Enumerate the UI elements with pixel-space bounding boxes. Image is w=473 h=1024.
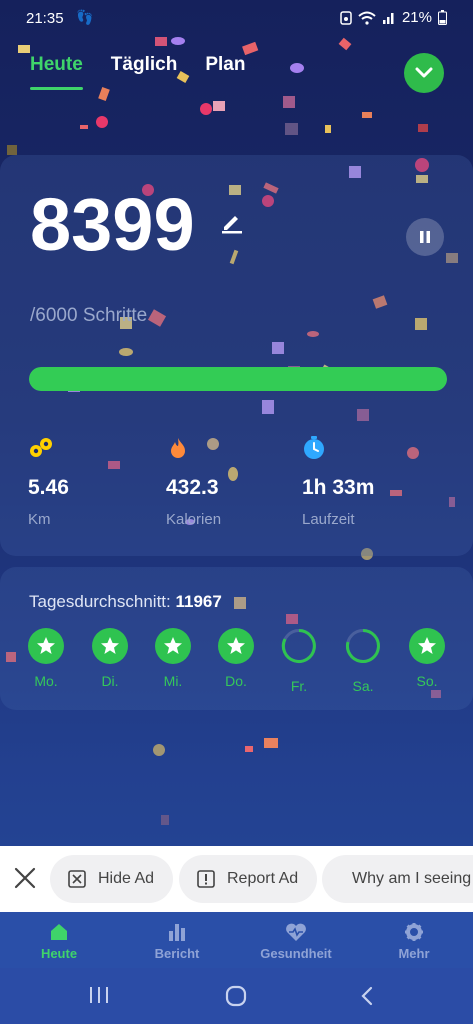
close-icon [14,867,36,889]
chevron-down-icon [415,67,433,78]
day-do[interactable]: Do. [216,628,256,689]
signal-icon [382,12,394,24]
close-ad-button[interactable] [13,866,37,895]
distance-value: 5.46 [28,476,69,499]
day-sa[interactable]: Sa. [343,628,383,694]
step-progress-fill [29,367,447,391]
back-button[interactable] [358,985,376,1012]
pause-button[interactable] [406,218,444,256]
recents-button[interactable] [87,984,111,1011]
day-label: Mo. [34,673,58,689]
why-ad-button[interactable]: Why am I seeing this ad? [322,855,473,903]
step-goal: /6000 Schritte [30,305,148,326]
day-progress-ring [345,629,380,663]
home-button[interactable] [224,984,248,1013]
screenshot-icon [340,10,352,25]
day-label: So. [416,673,438,689]
time-value: 1h 33m [302,476,375,499]
distance-label: Km [28,511,51,528]
hide-ad-button[interactable]: Hide Ad [50,855,173,903]
why-ad-label: Why am I seeing this ad? [352,870,473,887]
battery-icon [438,10,447,25]
stat-calories: 432.3 Kalorien [166,436,221,528]
star-icon [155,628,191,664]
home-circle-icon [225,985,247,1007]
clock-icon [304,436,324,459]
heart-icon [286,923,306,941]
step-count: 8399 [30,183,195,266]
nav-heute[interactable]: Heute [9,920,109,961]
recents-icon [90,987,108,1003]
star-icon [409,628,445,664]
ad-bar: Hide Ad Report Ad Why am I seeing this a… [0,846,473,912]
day-label: Do. [225,673,247,689]
nav-heute-label: Heute [40,946,78,961]
bar-chart-icon [169,924,185,941]
report-ad-button[interactable]: Report Ad [179,855,317,903]
day-mo[interactable]: Mo. [26,628,66,689]
system-nav-bar [0,968,473,1024]
stat-distance: 5.46 Km [28,436,69,528]
nav-bericht[interactable]: Bericht [127,920,227,961]
hide-icon [68,870,86,888]
pause-icon [420,231,430,243]
star-icon [28,628,64,664]
daily-average-value: 11967 [175,592,222,611]
day-di[interactable]: Di. [90,628,130,689]
day-progress-ring [281,629,316,663]
nav-bericht-label: Bericht [154,946,200,961]
day-mi[interactable]: Mi. [153,628,193,689]
nav-gesundheit[interactable]: Gesundheit [246,920,346,961]
tab-heute[interactable]: Heute [30,54,83,90]
day-label: Fr. [290,678,308,694]
expand-button[interactable] [404,53,444,93]
gear-icon [405,923,423,941]
calories-label: Kalorien [166,511,222,528]
nav-mehr-label: Mehr [398,946,430,961]
tab-bar: Heute Täglich Plan [30,54,245,90]
home-icon [51,924,67,940]
nav-gesundheit-label: Gesundheit [260,946,332,961]
day-so[interactable]: So. [407,628,447,689]
report-ad-label: Report Ad [227,870,299,887]
status-time: 21:35 [26,10,64,27]
daily-average-label: Tagesdurchschnitt: [29,592,171,611]
back-icon [361,986,373,1006]
daily-average: Tagesdurchschnitt: 11967 [29,592,222,612]
time-label: Laufzeit [302,511,355,528]
star-icon [218,628,254,664]
battery-percent: 21% [401,9,432,26]
day-label: Mi. [163,673,183,689]
star-icon [92,628,128,664]
day-label: Di. [101,673,119,689]
nav-mehr[interactable]: Mehr [364,920,464,961]
bottom-nav: Heute Bericht Gesundheit Mehr [0,912,473,968]
tab-taeglich[interactable]: Täglich [111,54,178,76]
calories-value: 432.3 [166,476,219,499]
status-bar: 21:35 👣 21% [0,0,473,38]
day-fr[interactable]: Fr. [279,628,319,694]
stat-time: 1h 33m Laufzeit [302,436,374,528]
wifi-icon [358,11,376,25]
step-progress-bar [29,367,447,391]
distance-icon [30,438,52,457]
flame-icon [171,438,185,458]
edit-icon[interactable] [220,210,244,239]
day-label: Sa. [352,678,374,694]
tab-plan[interactable]: Plan [205,54,245,76]
report-icon [197,870,215,888]
hide-ad-label: Hide Ad [98,870,155,887]
steps-icon: 👣 [76,9,94,25]
